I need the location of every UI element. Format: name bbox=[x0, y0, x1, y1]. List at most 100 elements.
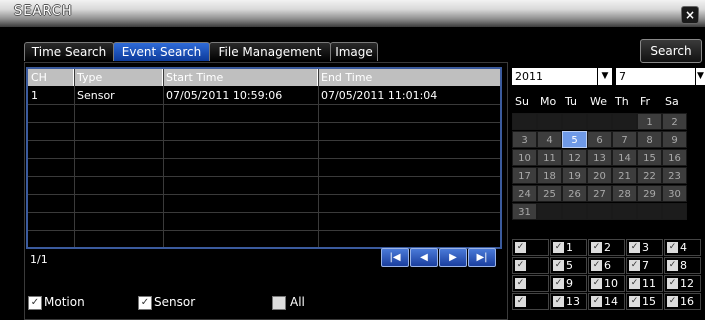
calendar-day[interactable]: 8 bbox=[637, 131, 662, 148]
year-select[interactable]: 2011 bbox=[512, 68, 597, 85]
calendar-day[interactable]: 14 bbox=[612, 149, 637, 166]
calendar-day[interactable]: 2 bbox=[662, 113, 687, 130]
checkmark-icon[interactable]: ✓ bbox=[515, 278, 526, 289]
checkmark-icon[interactable]: ✓ bbox=[591, 296, 602, 307]
channel-label: 10 bbox=[604, 277, 618, 290]
channel-label: 14 bbox=[604, 295, 618, 308]
first-page-button[interactable]: |◀ bbox=[381, 248, 409, 267]
channel-label: 7 bbox=[642, 259, 649, 272]
column-header-type[interactable]: Type bbox=[74, 69, 163, 86]
calendar-day[interactable]: 5 bbox=[562, 131, 587, 148]
calendar-day[interactable]: 21 bbox=[612, 167, 637, 184]
calendar-day[interactable]: 11 bbox=[537, 149, 562, 166]
checkmark-icon[interactable]: ✓ bbox=[591, 260, 602, 271]
checkmark-icon[interactable]: ✓ bbox=[515, 260, 526, 271]
close-button[interactable]: × bbox=[681, 6, 699, 24]
next-page-button[interactable]: ▶ bbox=[439, 248, 467, 267]
calendar-blank-cell bbox=[612, 203, 637, 220]
calendar-day[interactable]: 30 bbox=[662, 185, 687, 202]
tab-time-search[interactable]: Time Search bbox=[24, 42, 114, 61]
checkmark-icon[interactable]: ✓ bbox=[591, 278, 602, 289]
checkmark-icon[interactable]: ✓ bbox=[553, 296, 564, 307]
calendar-day[interactable]: 19 bbox=[562, 167, 587, 184]
all-checkbox[interactable] bbox=[272, 296, 286, 310]
weekday-label: Th bbox=[615, 95, 629, 108]
all-label: All bbox=[290, 295, 305, 309]
calendar-day[interactable]: 31 bbox=[512, 203, 537, 220]
checkmark-icon[interactable]: ✓ bbox=[629, 260, 640, 271]
sensor-checkbox[interactable]: ✓ bbox=[138, 296, 152, 310]
calendar-day[interactable]: 9 bbox=[662, 131, 687, 148]
calendar-day[interactable]: 4 bbox=[537, 131, 562, 148]
tab-event-search[interactable]: Event Search bbox=[113, 42, 210, 61]
page-indicator: 1/1 bbox=[30, 253, 48, 266]
calendar-day[interactable]: 22 bbox=[637, 167, 662, 184]
channel-label: 5 bbox=[566, 259, 573, 272]
calendar-day[interactable]: 10 bbox=[512, 149, 537, 166]
calendar-day[interactable]: 7 bbox=[612, 131, 637, 148]
calendar-day[interactable]: 17 bbox=[512, 167, 537, 184]
calendar-day[interactable]: 15 bbox=[637, 149, 662, 166]
column-header-start-time[interactable]: Start Time bbox=[163, 69, 318, 86]
calendar-day[interactable]: 3 bbox=[512, 131, 537, 148]
checkmark-icon[interactable]: ✓ bbox=[629, 296, 640, 307]
checkmark-icon[interactable]: ✓ bbox=[667, 260, 678, 271]
checkmark-icon[interactable]: ✓ bbox=[629, 242, 640, 253]
weekday-label: Tu bbox=[565, 95, 578, 108]
motion-checkbox[interactable]: ✓ bbox=[28, 296, 42, 310]
weekday-label: Mo bbox=[540, 95, 557, 108]
weekday-label: Su bbox=[515, 95, 529, 108]
calendar-day[interactable]: 6 bbox=[587, 131, 612, 148]
calendar-day[interactable]: 13 bbox=[587, 149, 612, 166]
checkmark-icon[interactable]: ✓ bbox=[553, 242, 564, 253]
checkmark-icon[interactable]: ✓ bbox=[629, 278, 640, 289]
calendar-blank-cell bbox=[587, 113, 612, 130]
tab-image[interactable]: Image bbox=[330, 42, 378, 61]
checkmark-icon[interactable]: ✓ bbox=[553, 260, 564, 271]
row-divider bbox=[28, 104, 500, 105]
channel-label: 6 bbox=[604, 259, 611, 272]
calendar-day[interactable]: 26 bbox=[562, 185, 587, 202]
channel-label: 16 bbox=[680, 295, 694, 308]
calendar-day[interactable]: 24 bbox=[512, 185, 537, 202]
channel-label: 3 bbox=[642, 241, 649, 254]
checkmark-icon[interactable]: ✓ bbox=[515, 242, 526, 253]
channel-label: 4 bbox=[680, 241, 687, 254]
calendar-day[interactable]: 16 bbox=[662, 149, 687, 166]
calendar-day[interactable]: 25 bbox=[537, 185, 562, 202]
channel-label: 15 bbox=[642, 295, 656, 308]
checkmark-icon[interactable]: ✓ bbox=[515, 296, 526, 307]
search-button[interactable]: Search bbox=[640, 39, 702, 63]
calendar-day[interactable]: 1 bbox=[637, 113, 662, 130]
motion-label: Motion bbox=[44, 295, 85, 309]
checkmark-icon[interactable]: ✓ bbox=[553, 278, 564, 289]
row-divider bbox=[28, 212, 500, 213]
row-divider bbox=[28, 194, 500, 195]
chevron-down-icon[interactable]: ▼ bbox=[598, 68, 612, 85]
checkmark-icon[interactable]: ✓ bbox=[667, 242, 678, 253]
calendar-blank-cell bbox=[587, 203, 612, 220]
calendar-blank-cell bbox=[537, 113, 562, 130]
channel-label: 2 bbox=[604, 241, 611, 254]
channel-label: 12 bbox=[680, 277, 694, 290]
calendar-day[interactable]: 18 bbox=[537, 167, 562, 184]
prev-page-button[interactable]: ◀ bbox=[410, 248, 438, 267]
calendar-day[interactable]: 23 bbox=[662, 167, 687, 184]
event-table: CH Type Start Time End Time 1 Sensor 07/… bbox=[26, 67, 502, 249]
chevron-down-icon[interactable]: ▼ bbox=[696, 68, 705, 85]
checkmark-icon[interactable]: ✓ bbox=[667, 278, 678, 289]
calendar-day[interactable]: 29 bbox=[637, 185, 662, 202]
column-header-ch[interactable]: CH bbox=[28, 69, 74, 86]
last-page-button[interactable]: ▶| bbox=[468, 248, 496, 267]
month-select[interactable]: 7 bbox=[616, 68, 695, 85]
calendar-day[interactable]: 20 bbox=[587, 167, 612, 184]
checkmark-icon[interactable]: ✓ bbox=[667, 296, 678, 307]
checkmark-icon[interactable]: ✓ bbox=[591, 242, 602, 253]
channel-label: 11 bbox=[642, 277, 656, 290]
sensor-label: Sensor bbox=[154, 295, 196, 309]
calendar-day[interactable]: 12 bbox=[562, 149, 587, 166]
calendar-day[interactable]: 27 bbox=[587, 185, 612, 202]
column-header-end-time[interactable]: End Time bbox=[318, 69, 500, 86]
tab-file-management[interactable]: File Management bbox=[209, 42, 331, 61]
calendar-day[interactable]: 28 bbox=[612, 185, 637, 202]
